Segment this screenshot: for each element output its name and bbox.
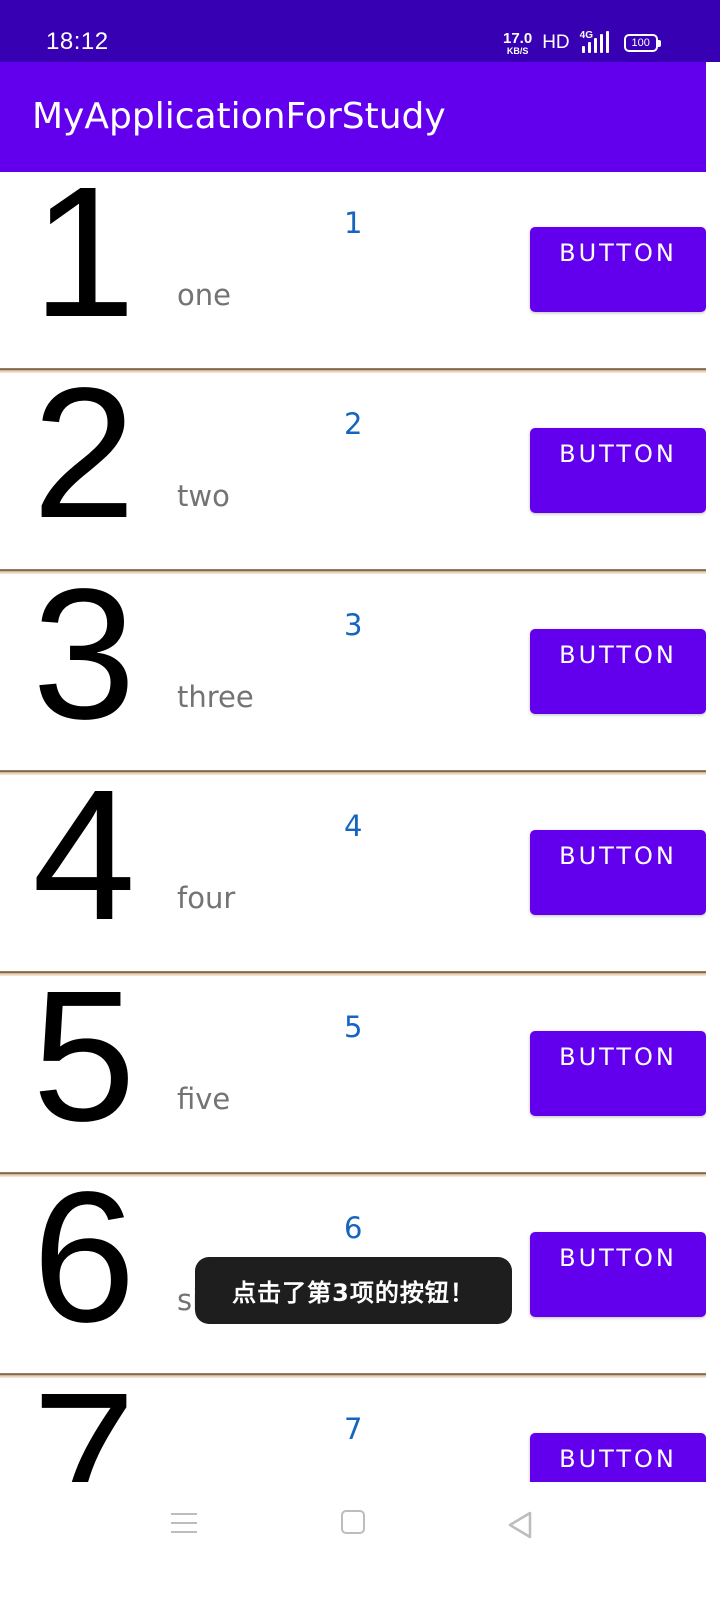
item-button[interactable]: BUTTON (530, 830, 706, 915)
right-edge (706, 62, 720, 1482)
item-big-number: 1 (32, 172, 136, 356)
item-big-number: 5 (32, 953, 136, 1160)
item-word: three (177, 680, 254, 714)
item-big-number: 4 (32, 752, 136, 959)
status-time: 18:12 (46, 28, 109, 55)
back-icon[interactable] (505, 1510, 535, 1540)
item-word: five (177, 1082, 231, 1116)
status-indicators: 17.0 KB/S HD 4G 100 (503, 30, 661, 56)
app-title: MyApplicationForStudy (32, 96, 446, 137)
home-icon[interactable] (341, 1510, 365, 1534)
battery-icon: 100 (623, 34, 661, 52)
list-item[interactable]: 2 2 two BUTTON (0, 361, 706, 574)
hd-indicator: HD (542, 32, 570, 53)
item-number: 5 (344, 1010, 363, 1044)
item-word: four (177, 881, 236, 915)
signal-icon: 4G (578, 30, 618, 54)
item-button[interactable]: BUTTON (530, 428, 706, 513)
list-item[interactable]: 5 5 five BUTTON (0, 964, 706, 1177)
item-big-number: 7 (32, 1355, 136, 1483)
item-number: 4 (344, 809, 363, 843)
item-number: 1 (344, 206, 363, 240)
battery-level: 100 (631, 36, 650, 49)
item-number: 3 (344, 608, 363, 642)
app-bar: MyApplicationForStudy (0, 62, 706, 172)
network-type: 4G (579, 30, 593, 41)
status-bar: 18:12 17.0 KB/S HD 4G 100 (0, 0, 720, 62)
item-word: one (177, 278, 231, 312)
item-word: two (177, 479, 230, 513)
toast-message: 点击了第3项的按钮！ (195, 1257, 512, 1324)
list-item[interactable]: 1 1 one BUTTON (0, 172, 706, 373)
list-item[interactable]: 7 7 seven BUTTON (0, 1366, 706, 1482)
item-button[interactable]: BUTTON (530, 1433, 706, 1482)
item-button[interactable]: BUTTON (530, 1232, 706, 1317)
network-speed-value: 17.0 (503, 29, 533, 47)
item-number: 7 (344, 1412, 363, 1446)
network-speed-unit: KB/S (506, 45, 529, 56)
list-item[interactable]: 4 4 four BUTTON (0, 763, 706, 976)
item-button[interactable]: BUTTON (530, 1031, 706, 1116)
list-item[interactable]: 3 3 three BUTTON (0, 562, 706, 775)
item-number: 2 (344, 407, 363, 441)
network-speed: 17.0 KB/S (503, 31, 532, 56)
item-big-number: 6 (32, 1154, 136, 1361)
menu-icon[interactable] (171, 1510, 197, 1536)
item-big-number: 3 (32, 551, 136, 758)
item-button[interactable]: BUTTON (530, 629, 706, 714)
navigation-bar (0, 1482, 720, 1600)
item-big-number: 2 (32, 350, 136, 557)
item-number: 6 (344, 1211, 363, 1245)
item-button[interactable]: BUTTON (530, 227, 706, 312)
